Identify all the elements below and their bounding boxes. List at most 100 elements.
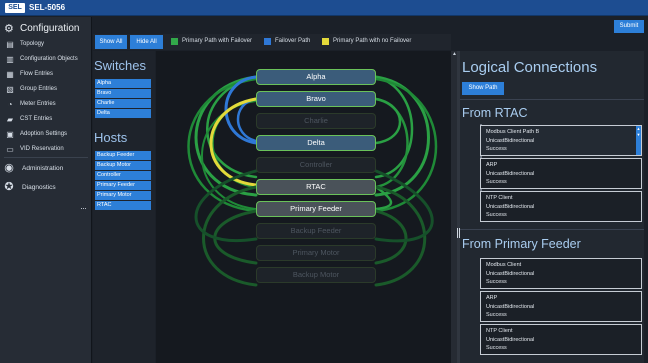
connection-status: Success (486, 146, 507, 152)
connection-card[interactable]: NTP Client UnicastBidirectional Success (480, 191, 642, 222)
connection-type: UnicastBidirectional (486, 170, 535, 177)
node-backup-feeder[interactable]: Backup Feeder (256, 223, 376, 239)
hosts-heading: Hosts (94, 130, 128, 145)
node-primary-feeder[interactable]: Primary Feeder (256, 201, 376, 217)
nav-configuration-header[interactable]: ⚙ Configuration (0, 19, 92, 39)
nav-divider (4, 157, 88, 158)
section-heading-from-primary-feeder: From Primary Feeder (462, 237, 581, 251)
connection-name: NTP Client (486, 195, 513, 201)
connection-name: NTP Client (486, 328, 513, 334)
vid-icon: ▭ (6, 145, 14, 154)
sidebar-item-label: Diagnostics (22, 184, 56, 191)
switch-item-delta[interactable]: Delta (95, 109, 151, 118)
connection-card[interactable]: Modbus Client UnicastBidirectional Succe… (480, 258, 642, 289)
connection-type: UnicastBidirectional (486, 137, 535, 144)
node-controller[interactable]: Controller (256, 157, 376, 173)
bar-chart-icon: ▥ (6, 55, 14, 64)
connection-type: UnicastBidirectional (486, 270, 535, 277)
connection-type: UnicastBidirectional (486, 203, 535, 210)
connection-card[interactable]: Modbus Client Path B UnicastBidirectiona… (480, 125, 642, 156)
sidebar-item-label: VID Reservation (20, 146, 64, 152)
device-model: SEL-5056 (29, 3, 66, 12)
scroll-down-icon[interactable]: ▼ (636, 132, 641, 138)
sidebar-item-group-entries[interactable]: ▧ Group Entries (0, 84, 92, 98)
switch-item-alpha[interactable]: Alpha (95, 79, 151, 88)
sidebar-item-label: Topology (20, 41, 45, 47)
logical-connections-panel: Logical Connections Show Path From RTAC … (460, 51, 644, 363)
host-item-controller[interactable]: Controller (95, 171, 151, 180)
node-rtac[interactable]: RTAC (256, 179, 376, 195)
sidebar-item-topology[interactable]: ▤ Topology (0, 39, 92, 53)
sidebar-item-administration[interactable]: ◉ Administration (0, 162, 92, 176)
flow-grid-icon: ▦ (6, 70, 14, 79)
connection-card[interactable]: ARP UnicastBidirectional Success (480, 291, 642, 322)
user-icon: ◉ (4, 162, 14, 174)
legend-label: Primary Path with no Failover (333, 38, 412, 44)
connection-name: ARP (486, 295, 498, 301)
sidebar-item-label: Configuration Objects (20, 56, 78, 62)
host-item-backup-motor[interactable]: Backup Motor (95, 161, 151, 170)
connection-card[interactable]: NTP Client UnicastBidirectional Success (480, 324, 642, 355)
sidebar-item-meter-entries[interactable]: ◔ Meter Entries (0, 99, 92, 113)
scroll-up-icon[interactable]: ▲ (452, 51, 457, 59)
section-divider (460, 99, 644, 100)
connection-name: Modbus Client (486, 262, 522, 268)
sidebar-item-cst-entries[interactable]: ▰ CST Entries (0, 114, 92, 128)
node-alpha[interactable]: Alpha (256, 69, 376, 85)
section-divider (460, 229, 644, 230)
gear-icon: ⚙ (4, 23, 14, 35)
adoption-icon: ▣ (6, 130, 14, 139)
host-item-primary-motor[interactable]: Primary Motor (95, 191, 151, 200)
node-backup-motor[interactable]: Backup Motor (256, 267, 376, 283)
top-bar: SEL SEL-5056 (0, 0, 648, 16)
sidebar-item-label: Administration (22, 165, 64, 172)
submit-button[interactable]: Submit (614, 20, 644, 33)
sidebar-nav: ⚙ Configuration ▤ Topology ▥ Configurati… (0, 17, 92, 363)
device-lists: Switches Alpha Bravo Charlie Delta Hosts… (93, 51, 155, 363)
section-heading-from-rtac: From RTAC (462, 106, 528, 120)
show-path-button[interactable]: Show Path (462, 82, 504, 95)
node-bravo[interactable]: Bravo (256, 91, 376, 107)
connection-card[interactable]: ARP UnicastBidirectional Success (480, 158, 642, 189)
node-delta[interactable]: Delta (256, 135, 376, 151)
sidebar-item-flow-entries[interactable]: ▦ Flow Entries (0, 69, 92, 83)
switches-heading: Switches (94, 58, 147, 73)
legend-swatch (264, 38, 271, 45)
connection-type: UnicastBidirectional (486, 336, 535, 343)
connection-name: Modbus Client Path B (486, 129, 540, 135)
legend-label: Failover Path (275, 38, 311, 44)
node-primary-motor[interactable]: Primary Motor (256, 245, 376, 261)
sitemap-icon: ▤ (6, 40, 14, 49)
topology-toolbar: Show All Hide All Primary Path with Fail… (93, 34, 451, 50)
legend-label: Primary Path with Failover (182, 38, 253, 44)
node-charlie[interactable]: Charlie (256, 113, 376, 129)
host-item-primary-feeder[interactable]: Primary Feeder (95, 181, 151, 190)
path-dim-right-1 (374, 185, 427, 287)
meter-icon: ◔ (7, 100, 13, 109)
connection-status: Success (486, 212, 507, 218)
sidebar-item-adoption-settings[interactable]: ▣ Adoption Settings (0, 129, 92, 143)
switch-item-bravo[interactable]: Bravo (95, 89, 151, 98)
panel-title: Logical Connections (462, 59, 598, 76)
switch-item-charlie[interactable]: Charlie (95, 99, 151, 108)
sidebar-item-label: CST Entries (20, 116, 53, 122)
legend-swatch (322, 38, 329, 45)
cst-icon: ▰ (6, 115, 14, 124)
sel-logo: SEL (5, 3, 25, 13)
card-scrollbar[interactable]: ▲ ▼ (636, 126, 641, 155)
connection-status: Success (486, 312, 507, 318)
host-item-rtac[interactable]: RTAC (95, 201, 151, 210)
legend-swatch (171, 38, 178, 45)
sidebar-item-diagnostics[interactable]: ✪ Diagnostics (0, 181, 92, 195)
more-options-icon[interactable]: ··· (80, 203, 87, 213)
path-alpha-delta-right (374, 75, 414, 179)
hide-all-button[interactable]: Hide All (130, 35, 163, 49)
show-all-button[interactable]: Show All (95, 35, 127, 49)
sidebar-item-label: Meter Entries (20, 101, 56, 107)
group-icon: ▧ (6, 85, 14, 94)
sidebar-item-vid-reservation[interactable]: ▭ VID Reservation (0, 144, 92, 158)
path-bravo-delta-right (374, 97, 402, 145)
topology-diagram: Alpha Bravo Charlie Delta Controller RTA… (156, 51, 451, 363)
sidebar-item-configuration-objects[interactable]: ▥ Configuration Objects (0, 54, 92, 68)
host-item-backup-feeder[interactable]: Backup Feeder (95, 151, 151, 160)
